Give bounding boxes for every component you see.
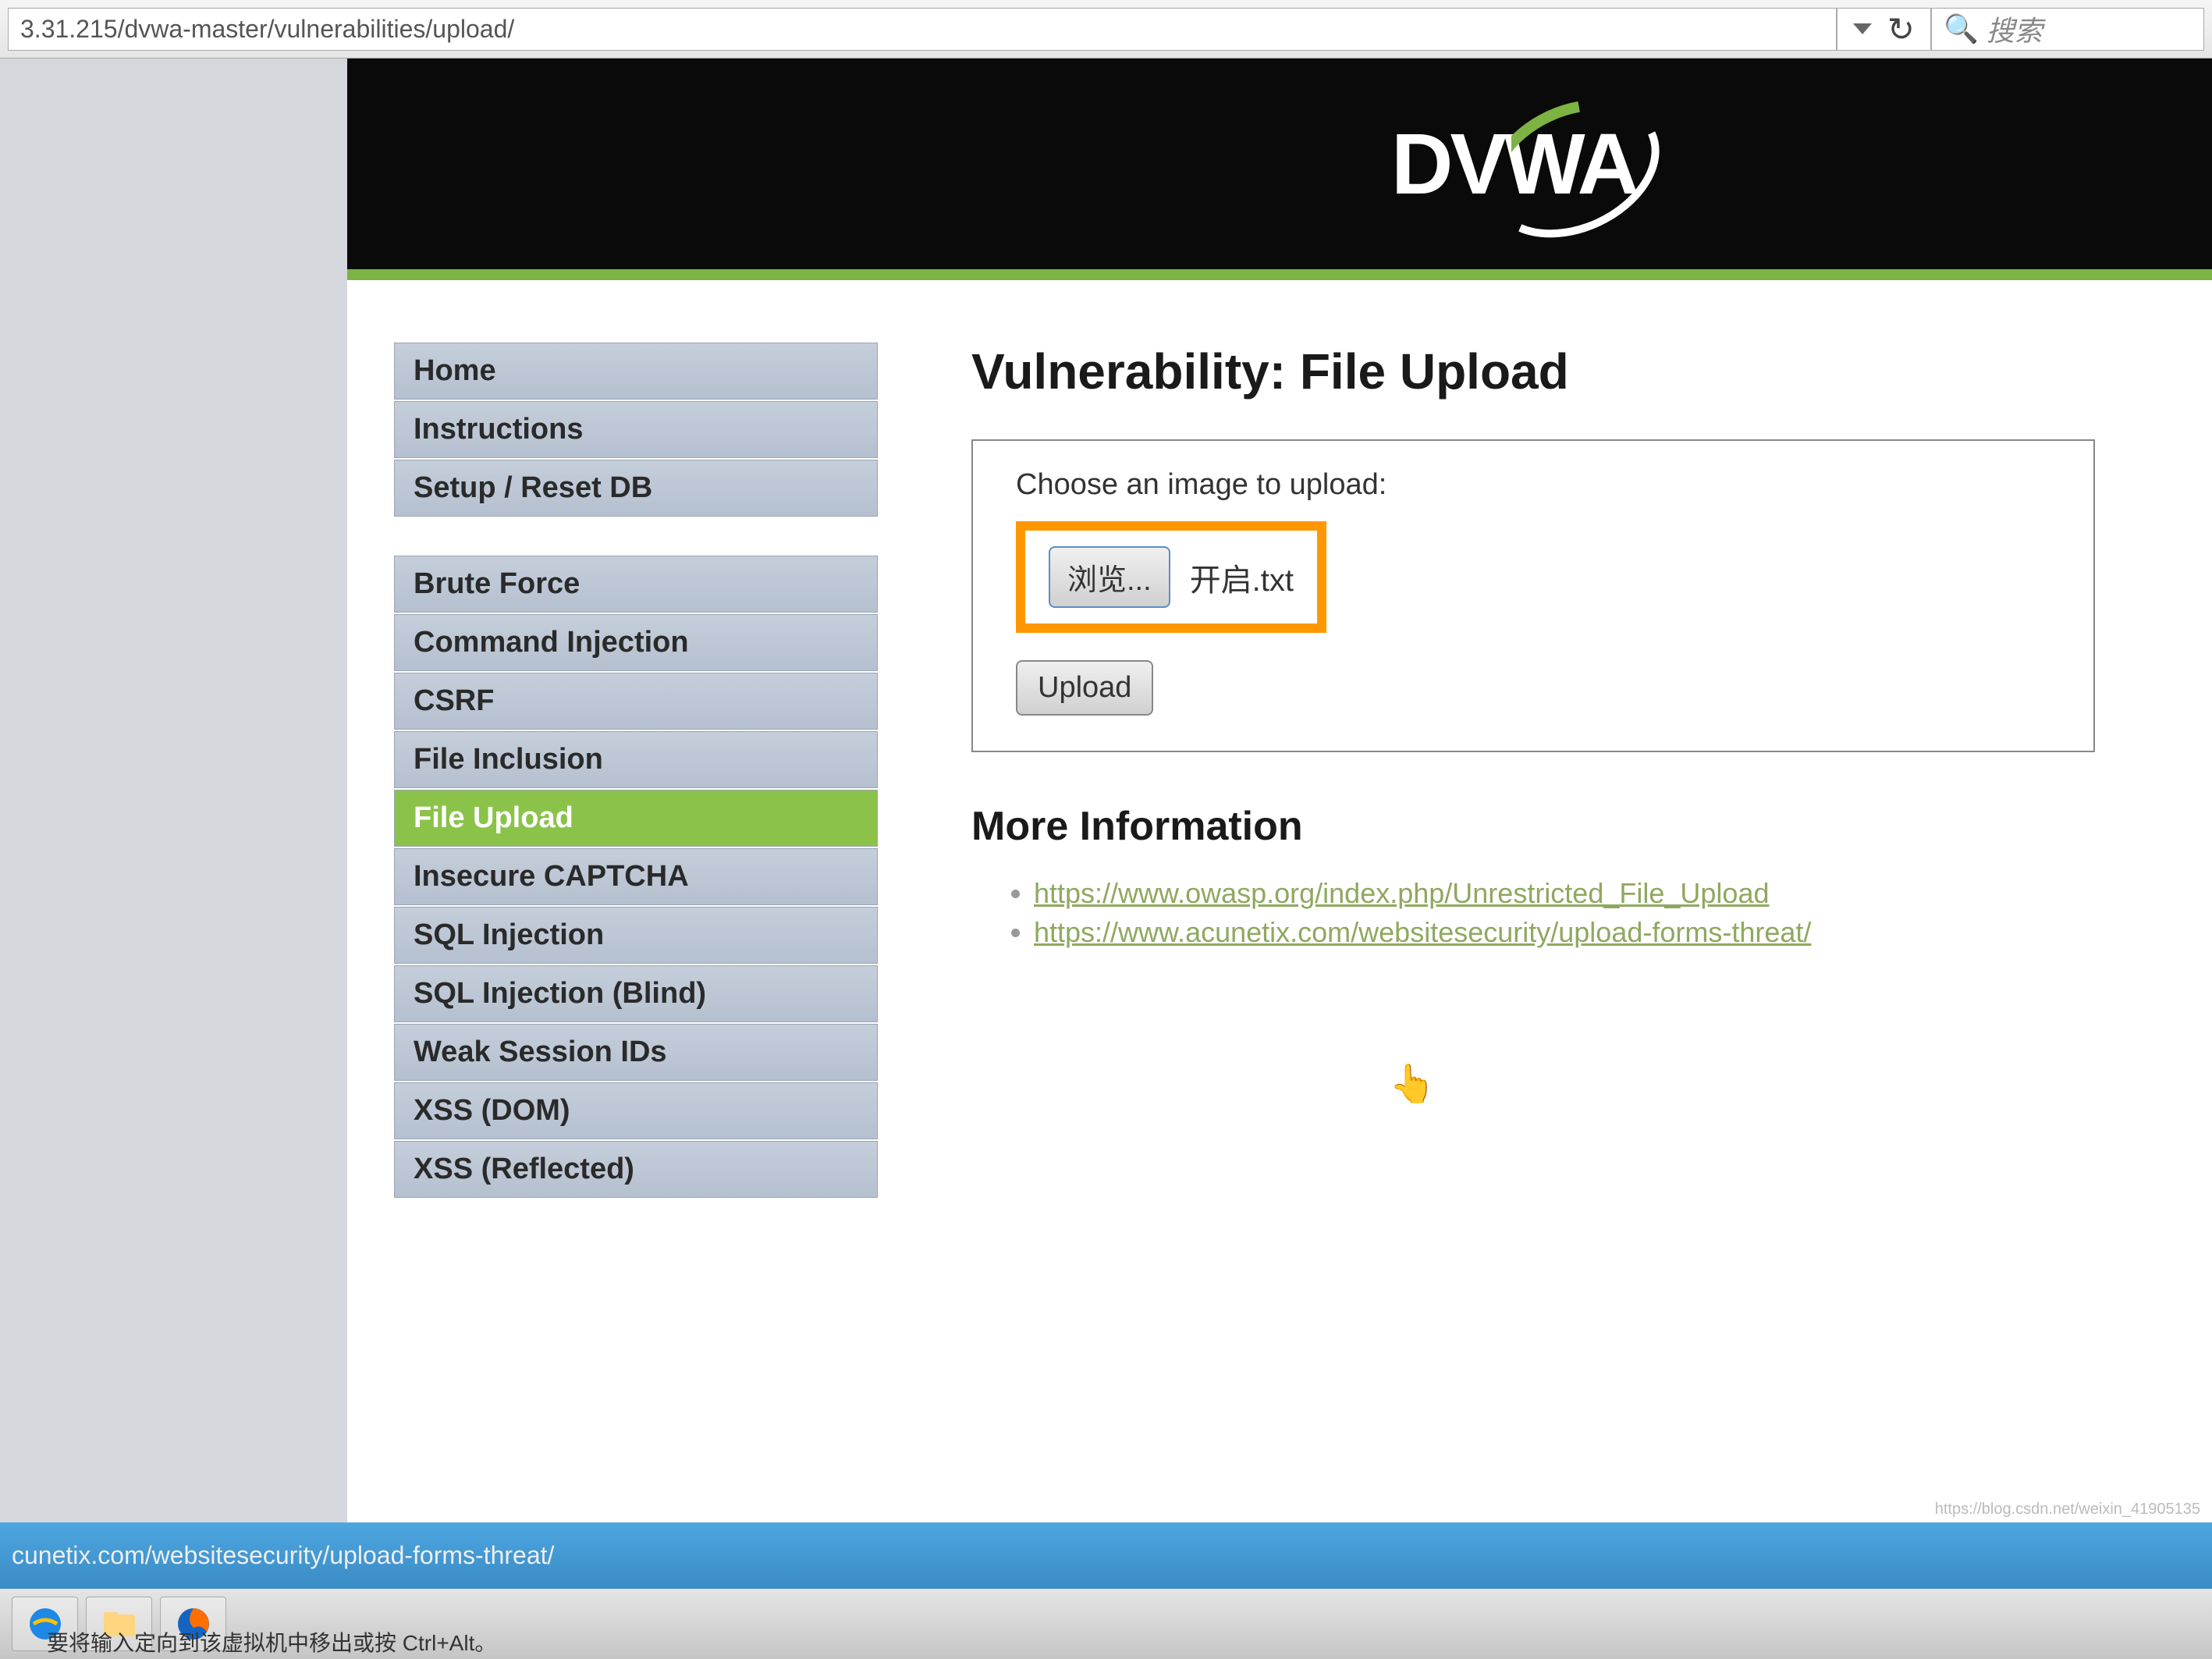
browse-button[interactable]: 浏览... [1049, 546, 1170, 608]
upload-form: Choose an image to upload: 浏览... 开启.txt … [971, 439, 2095, 752]
left-margin [0, 59, 347, 1522]
page-body: Home Instructions Setup / Reset DB Brute… [347, 280, 2212, 1268]
page-title: Vulnerability: File Upload [971, 343, 2181, 400]
form-label: Choose an image to upload: [1016, 468, 2050, 502]
sidebar-item-csrf[interactable]: CSRF [394, 673, 878, 730]
logo-swoosh-icon [1511, 91, 1714, 247]
status-text: cunetix.com/websitesecurity/upload-forms… [12, 1541, 554, 1570]
info-list: https://www.owasp.org/index.php/Unrestri… [971, 877, 2181, 949]
search-placeholder: 搜索 [1987, 9, 2043, 49]
dvwa-logo: DVWA [1391, 115, 1636, 214]
selected-file-name: 开启.txt [1190, 555, 1294, 600]
sidebar-item-xss-reflected[interactable]: XSS (Reflected) [394, 1141, 878, 1198]
reload-button[interactable]: ↻ [1887, 10, 1915, 48]
sidebar-item-commandinjection[interactable]: Command Injection [394, 614, 878, 671]
sidebar-item-fileinclusion[interactable]: File Inclusion [394, 731, 878, 788]
url-controls: ↻ [1837, 8, 1931, 51]
sidebar-item-captcha[interactable]: Insecure CAPTCHA [394, 848, 878, 905]
sidebar-item-fileupload[interactable]: File Upload [394, 790, 878, 847]
list-item: https://www.acunetix.com/websitesecurity… [1034, 916, 2181, 949]
url-input[interactable]: 3.31.215/dvwa-master/vulnerabilities/upl… [8, 8, 1837, 51]
sidebar-item-home[interactable]: Home [394, 343, 878, 400]
nav-group-vulns: Brute Force Command Injection CSRF File … [394, 556, 878, 1198]
sidebar-item-xss-dom[interactable]: XSS (DOM) [394, 1082, 878, 1139]
sidebar: Home Instructions Setup / Reset DB Brute… [394, 343, 878, 1237]
page-wrapper: DVWA Home Instructions Setup / Reset DB … [347, 59, 2212, 1522]
content-area: DVWA Home Instructions Setup / Reset DB … [0, 59, 2212, 1522]
dropdown-icon[interactable] [1853, 23, 1872, 34]
hint-text: 要将输入定向到该虚拟机中移出或按 Ctrl+Alt。 [47, 1626, 496, 1657]
browser-address-bar: 3.31.215/dvwa-master/vulnerabilities/upl… [0, 0, 2212, 59]
sidebar-item-weaksession[interactable]: Weak Session IDs [394, 1024, 878, 1081]
search-box[interactable]: 🔍 搜索 [1931, 8, 2204, 51]
status-bar: cunetix.com/websitesecurity/upload-forms… [0, 1522, 2212, 1589]
main-content: Vulnerability: File Upload Choose an ima… [971, 343, 2181, 1237]
info-link-acunetix[interactable]: https://www.acunetix.com/websitesecurity… [1034, 916, 1811, 948]
sidebar-item-sqlinjection-blind[interactable]: SQL Injection (Blind) [394, 965, 878, 1022]
nav-group-main: Home Instructions Setup / Reset DB [394, 343, 878, 517]
header-banner: DVWA [347, 59, 2212, 269]
search-icon: 🔍 [1944, 12, 1979, 45]
sidebar-item-setup[interactable]: Setup / Reset DB [394, 460, 878, 517]
cursor-hand-icon: 👆 [1389, 1061, 1436, 1106]
list-item: https://www.owasp.org/index.php/Unrestri… [1034, 877, 2181, 910]
upload-button[interactable]: Upload [1016, 660, 1153, 716]
more-info-title: More Information [971, 803, 2181, 850]
file-input-highlight: 浏览... 开启.txt [1016, 521, 1326, 633]
green-divider [347, 269, 2212, 280]
sidebar-item-sqlinjection[interactable]: SQL Injection [394, 907, 878, 964]
info-link-owasp[interactable]: https://www.owasp.org/index.php/Unrestri… [1034, 877, 1770, 909]
watermark: https://blog.csdn.net/weixin_41905135 [1935, 1501, 2200, 1519]
sidebar-item-instructions[interactable]: Instructions [394, 401, 878, 458]
sidebar-item-bruteforce[interactable]: Brute Force [394, 556, 878, 613]
